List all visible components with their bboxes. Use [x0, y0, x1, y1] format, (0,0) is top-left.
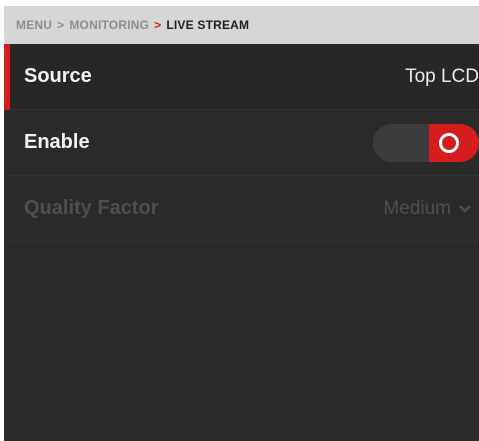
- menu-row-quality-factor: Quality Factor Medium: [4, 176, 479, 242]
- breadcrumb-item-monitoring[interactable]: MONITORING: [69, 18, 149, 32]
- menu-row-enable[interactable]: Enable: [4, 110, 479, 176]
- enable-label: Enable: [24, 131, 90, 153]
- selection-indicator: [4, 44, 10, 110]
- source-label: Source: [24, 65, 92, 87]
- toggle-off-segment: [373, 123, 429, 162]
- enable-toggle[interactable]: [373, 123, 479, 162]
- breadcrumb-separator: >: [57, 18, 65, 32]
- quality-factor-label: Quality Factor: [24, 197, 159, 219]
- live-stream-menu-screen: MENU > MONITORING > LIVE STREAM Source T…: [4, 6, 479, 441]
- quality-factor-dropdown: Medium: [383, 198, 471, 220]
- breadcrumb: MENU > MONITORING > LIVE STREAM: [4, 6, 479, 44]
- source-value[interactable]: Top LCD: [405, 66, 479, 88]
- breadcrumb-separator-active: >: [154, 18, 162, 32]
- breadcrumb-item-menu[interactable]: MENU: [16, 18, 52, 32]
- toggle-on-indicator-icon: [439, 132, 459, 153]
- chevron-down-icon: [459, 204, 471, 214]
- breadcrumb-item-live-stream: LIVE STREAM: [166, 18, 250, 32]
- quality-factor-value: Medium: [383, 197, 451, 219]
- menu-row-source[interactable]: Source Top LCD: [4, 44, 479, 110]
